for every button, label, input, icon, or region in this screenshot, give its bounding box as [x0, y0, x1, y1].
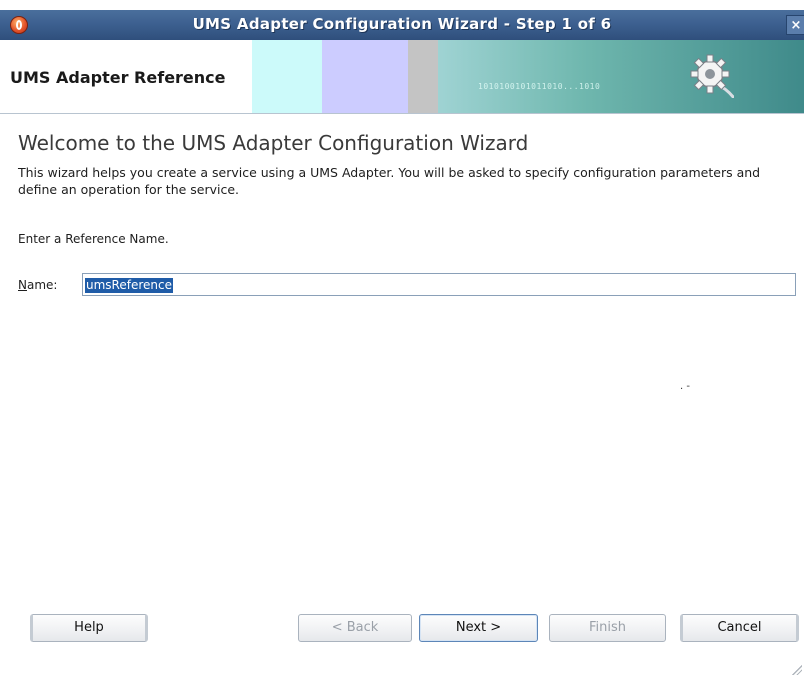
window-title: UMS Adapter Configuration Wizard - Step …	[192, 15, 612, 33]
page-heading: UMS Adapter Reference	[10, 68, 226, 87]
welcome-heading: Welcome to the UMS Adapter Configuration…	[18, 131, 529, 155]
cancel-button[interactable]: Cancel	[680, 614, 799, 642]
close-button[interactable]: ×	[786, 15, 804, 35]
resize-grip[interactable]	[792, 665, 802, 675]
name-label-text: ame:	[26, 278, 58, 292]
banner-stripe	[322, 40, 408, 113]
banner-binary-pattern: 1010100101011010...1010	[478, 82, 601, 91]
reference-name-value: umsReference	[85, 278, 173, 293]
next-button[interactable]: Next >	[419, 614, 538, 642]
banner-stripe	[438, 40, 804, 113]
banner-stripe	[252, 40, 322, 113]
wizard-description: This wizard helps you create a service u…	[18, 165, 761, 197]
finish-button[interactable]: Finish	[549, 614, 666, 642]
reference-name-input[interactable]: umsReference	[82, 273, 796, 296]
help-button[interactable]: Help	[30, 614, 148, 642]
name-label-mnemonic: N	[18, 278, 27, 292]
wizard-window: UMS Adapter Configuration Wizard - Step …	[0, 0, 804, 677]
gear-plug-icon	[690, 54, 734, 98]
wizard-banner: 1010100101011010...1010 UMS Adapter Refe…	[0, 40, 804, 114]
back-button[interactable]: < Back	[298, 614, 412, 642]
banner-stripe	[408, 40, 438, 113]
stray-mark: . -	[680, 381, 690, 392]
instruction-text: Enter a Reference Name.	[18, 232, 169, 246]
title-bar[interactable]: UMS Adapter Configuration Wizard - Step …	[0, 10, 804, 40]
name-label: Name:	[18, 278, 57, 292]
